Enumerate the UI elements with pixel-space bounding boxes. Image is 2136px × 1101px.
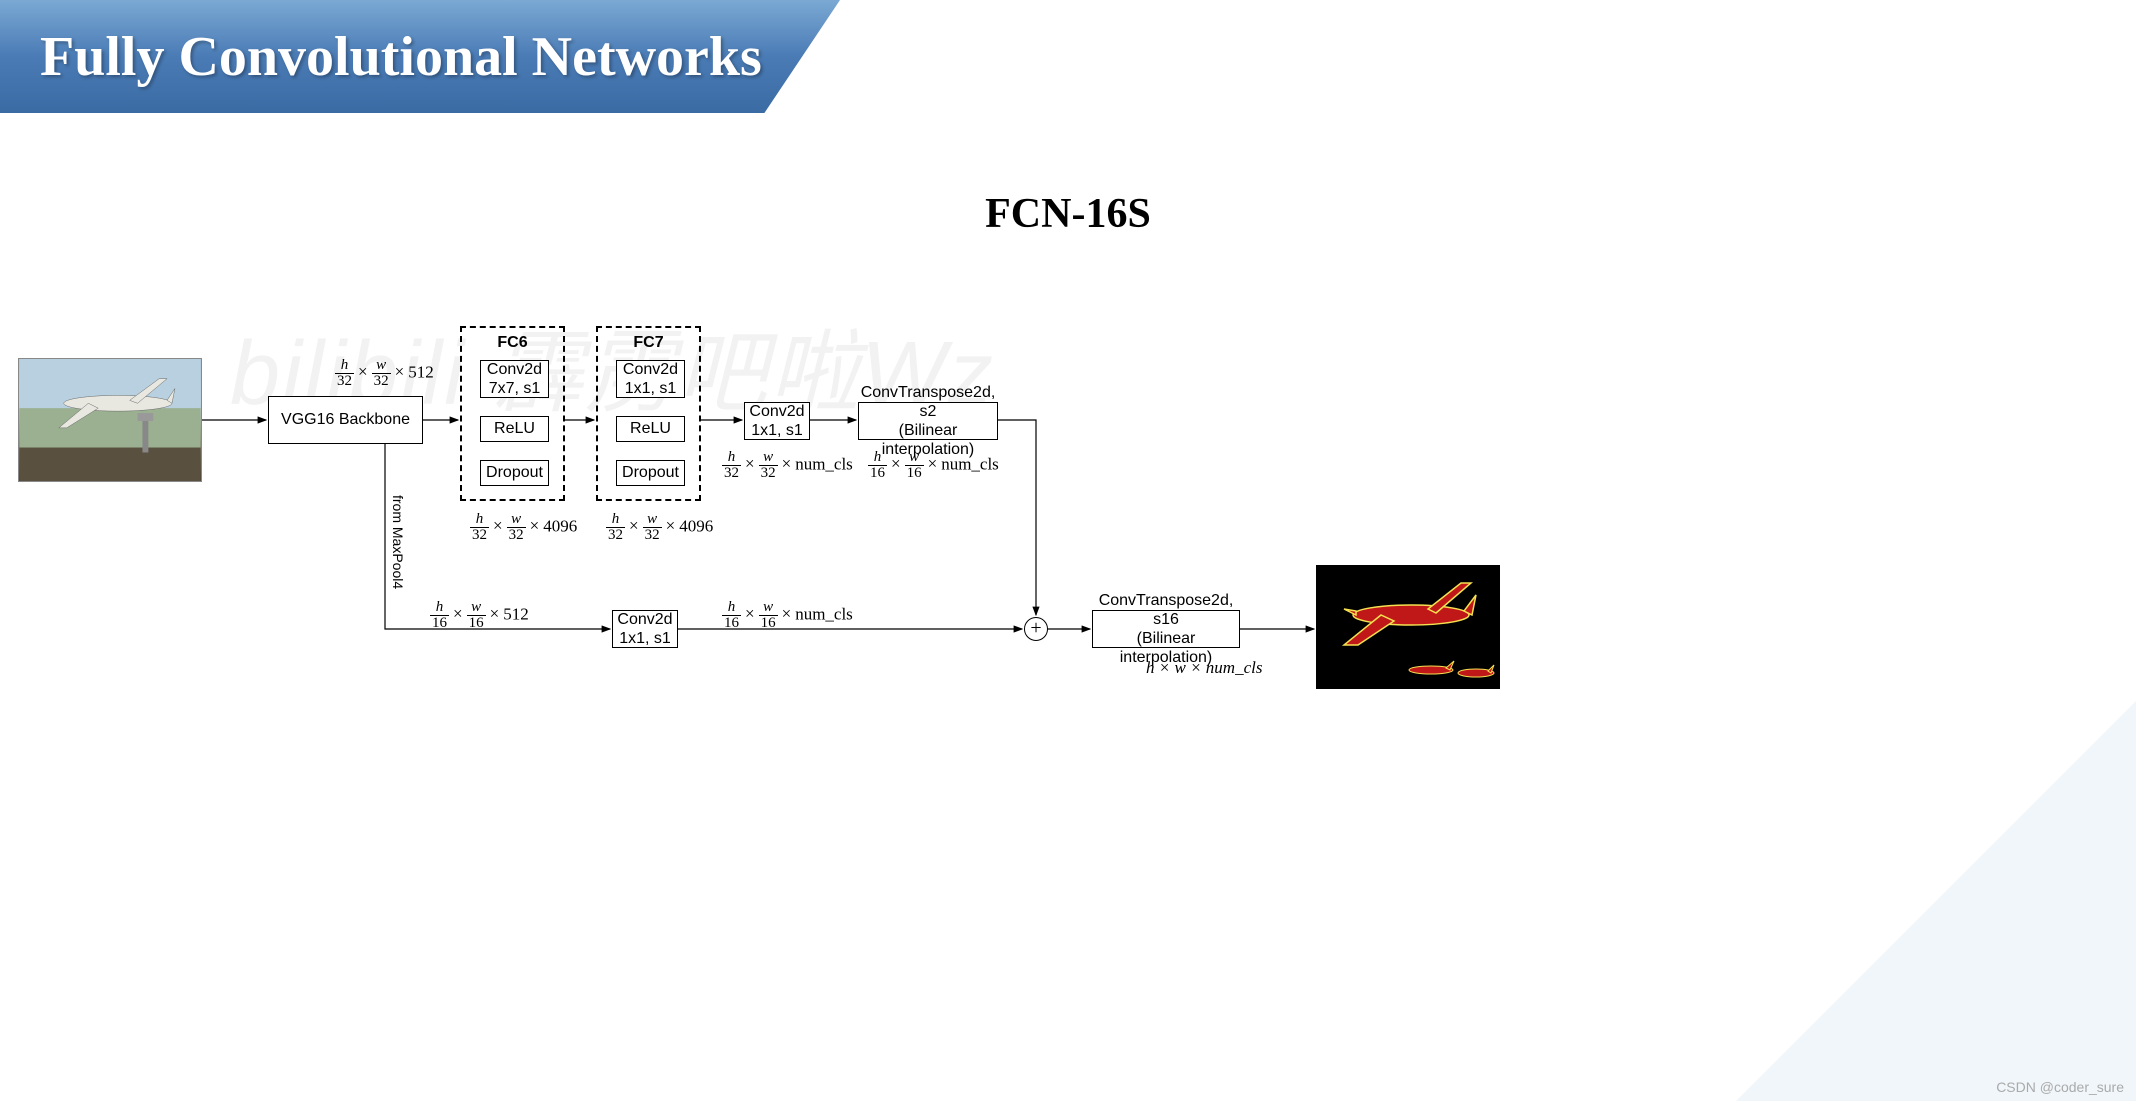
dim-16-numcls-a: h16×w16×num_cls: [868, 450, 999, 481]
fcn-diagram: VGG16 Backbone FC6 Conv2d7x7, s1 ReLU Dr…: [0, 310, 2136, 910]
fc6-group: FC6 Conv2d7x7, s1 ReLU Dropout: [460, 326, 565, 501]
fc7-group: FC7 Conv2d1x1, s1 ReLU Dropout: [596, 326, 701, 501]
dim-16-512: h16×w16×512: [430, 600, 529, 631]
sum-node-icon: [1024, 617, 1048, 641]
vgg-label: VGG16 Backbone: [281, 410, 410, 429]
fc7-title: FC7: [598, 334, 699, 352]
convtranspose-s16: ConvTranspose2d, s16(Bilinear interpolat…: [1092, 610, 1240, 648]
fc6-relu: ReLU: [480, 416, 549, 442]
fc6-title: FC6: [462, 334, 563, 352]
dim-32-numcls: h32×w32×num_cls: [722, 450, 853, 481]
page-title: Fully Convolutional Networks: [40, 25, 762, 89]
dim-32-4096-b: h32×w32×4096: [606, 512, 713, 543]
dim-32-512: h32×w32×512: [335, 358, 434, 389]
diagram-title: FCN-16S: [0, 190, 2136, 238]
skip-conv: Conv2d1x1, s1: [612, 610, 678, 648]
fc6-conv: Conv2d7x7, s1: [480, 360, 549, 398]
convtranspose-s2: ConvTranspose2d, s2(Bilinear interpolati…: [858, 402, 998, 440]
fc6-dropout: Dropout: [480, 460, 549, 486]
dim-final: h × w × num_cls: [1146, 658, 1262, 678]
fc7-relu: ReLU: [616, 416, 685, 442]
fc7-conv: Conv2d1x1, s1: [616, 360, 685, 398]
conv-after-fc7: Conv2d1x1, s1: [744, 402, 810, 440]
dim-16-numcls-b: h16×w16×num_cls: [722, 600, 853, 631]
input-image: [18, 358, 202, 482]
header-banner: Fully Convolutional Networks: [0, 0, 840, 113]
from-maxpool4-label: from MaxPool4: [390, 495, 406, 589]
fc7-dropout: Dropout: [616, 460, 685, 486]
dim-32-4096-a: h32×w32×4096: [470, 512, 577, 543]
output-segmentation-image: [1316, 565, 1500, 689]
vgg-backbone-node: VGG16 Backbone: [268, 396, 423, 444]
footer-credit: CSDN @coder_sure: [1996, 1079, 2124, 1095]
